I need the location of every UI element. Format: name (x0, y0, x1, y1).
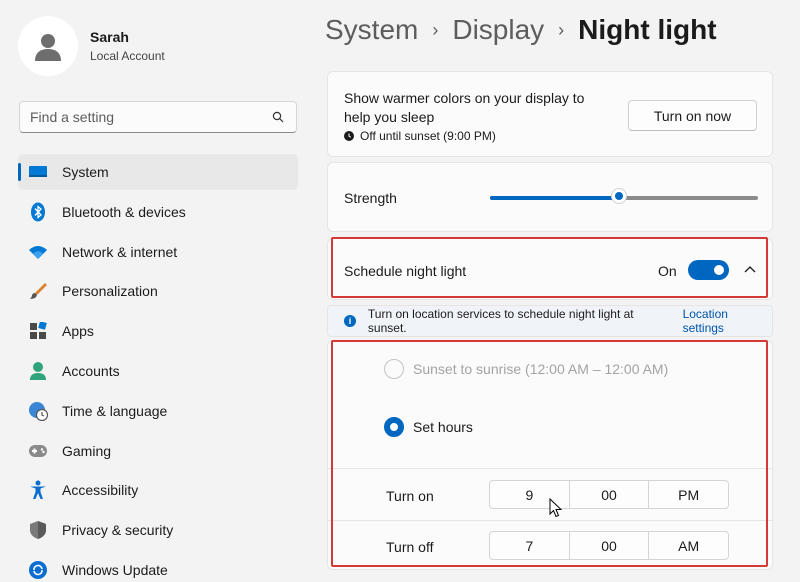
search-icon[interactable] (270, 109, 286, 125)
location-settings-link[interactable]: Location settings (683, 307, 772, 335)
avatar (18, 16, 78, 76)
info-icon: i (344, 315, 356, 327)
set-hours-label: Set hours (413, 419, 473, 435)
strength-slider[interactable] (490, 188, 758, 206)
sidebar-item-label: Bluetooth & devices (62, 203, 186, 220)
set-hours-option[interactable]: Set hours (384, 417, 473, 437)
turn-on-period[interactable]: PM (649, 481, 728, 508)
bluetooth-icon (28, 202, 48, 222)
turn-off-label: Turn off (386, 539, 434, 555)
turn-on-label: Turn on (386, 488, 434, 504)
slider-thumb[interactable] (610, 188, 627, 204)
schedule-state-text: On (658, 263, 677, 279)
accessibility-icon (28, 480, 48, 500)
turn-off-hour[interactable]: 7 (490, 532, 570, 559)
profile-account-type: Local Account (90, 49, 165, 63)
mouse-cursor-icon (549, 497, 563, 523)
sidebar-item-accessibility[interactable]: Accessibility (18, 472, 298, 508)
sidebar-item-system[interactable]: System (18, 154, 298, 190)
globe-clock-icon (28, 401, 48, 421)
sidebar-item-label: Windows Update (62, 561, 168, 578)
sidebar-item-network[interactable]: Network & internet (18, 234, 298, 270)
sidebar-item-privacy[interactable]: Privacy & security (18, 512, 298, 548)
radio-button[interactable] (384, 359, 404, 379)
divider (328, 468, 772, 469)
chevron-right-icon: › (432, 19, 439, 40)
breadcrumb: System › Display › Night light (325, 14, 717, 46)
info-text: Turn on location services to schedule ni… (367, 307, 634, 335)
sidebar-item-time-language[interactable]: Time & language (18, 393, 298, 429)
sidebar-nav: System Bluetooth & devices Network & int… (18, 154, 298, 582)
sidebar-item-apps[interactable]: Apps (18, 313, 298, 349)
person-avatar-icon (35, 34, 61, 61)
user-profile[interactable]: Sarah Local Account (18, 16, 165, 76)
schedule-label: Schedule night light (344, 263, 467, 279)
sidebar-item-label: Personalization (62, 283, 158, 300)
turn-off-period[interactable]: AM (649, 532, 728, 559)
schedule-options-panel: Sunset to sunrise (12:00 AM – 12:00 AM) … (327, 340, 773, 570)
sidebar-item-accounts[interactable]: Accounts (18, 353, 298, 389)
page-title: Night light (578, 14, 717, 45)
monitor-icon (28, 162, 48, 182)
turn-on-time-picker[interactable]: 9 00 PM (489, 480, 729, 509)
gamepad-icon (28, 441, 48, 461)
turn-on-minute[interactable]: 00 (570, 481, 650, 508)
strength-card: Strength (327, 162, 773, 232)
sidebar-item-label: Accounts (62, 362, 120, 379)
sunset-to-sunrise-label: Sunset to sunrise (12:00 AM – 12:00 AM) (413, 361, 669, 377)
sidebar-item-label: Time & language (62, 402, 168, 419)
location-info-bar: i Turn on location services to schedule … (327, 305, 773, 337)
breadcrumb-display[interactable]: Display (452, 14, 544, 46)
sidebar-item-label: Network & internet (62, 243, 178, 260)
schedule-card[interactable]: Schedule night light On (327, 238, 773, 300)
profile-name: Sarah (90, 29, 129, 45)
breadcrumb-system[interactable]: System (325, 14, 418, 46)
wifi-icon (28, 242, 48, 262)
chevron-right-icon: › (558, 19, 565, 40)
brush-icon (28, 281, 48, 301)
sidebar-item-label: Privacy & security (62, 522, 174, 539)
search-input[interactable] (30, 109, 270, 125)
status-icon (344, 131, 354, 141)
status-text: Off until sunset (9:00 PM) (360, 129, 496, 143)
night-light-status: Off until sunset (9:00 PM) (344, 129, 496, 143)
update-icon (28, 560, 48, 580)
radio-button[interactable] (384, 417, 404, 437)
sidebar-item-label: Apps (62, 323, 94, 340)
apps-icon (28, 321, 48, 341)
shield-icon (28, 520, 48, 540)
turn-off-minute[interactable]: 00 (570, 532, 650, 559)
sidebar-item-label: Accessibility (62, 482, 139, 499)
schedule-toggle[interactable] (688, 260, 729, 280)
sidebar-item-personalization[interactable]: Personalization (18, 273, 298, 309)
person-icon (28, 361, 48, 381)
search-box[interactable] (19, 101, 297, 133)
turn-on-now-button[interactable]: Turn on now (628, 100, 757, 131)
sidebar-item-bluetooth[interactable]: Bluetooth & devices (18, 194, 298, 230)
sunset-to-sunrise-option[interactable]: Sunset to sunrise (12:00 AM – 12:00 AM) (384, 359, 668, 379)
sidebar-item-windows-update[interactable]: Windows Update (18, 552, 298, 582)
chevron-up-icon[interactable] (742, 261, 758, 277)
strength-label: Strength (344, 190, 397, 206)
turn-off-time-picker[interactable]: 7 00 AM (489, 531, 729, 560)
night-light-card: Show warmer colors on your display to he… (327, 71, 773, 157)
sidebar-item-label: System (62, 164, 109, 180)
slider-fill (490, 196, 619, 200)
sidebar-item-gaming[interactable]: Gaming (18, 433, 298, 469)
sidebar-item-label: Gaming (62, 442, 112, 459)
night-light-description: Show warmer colors on your display to he… (344, 90, 585, 125)
